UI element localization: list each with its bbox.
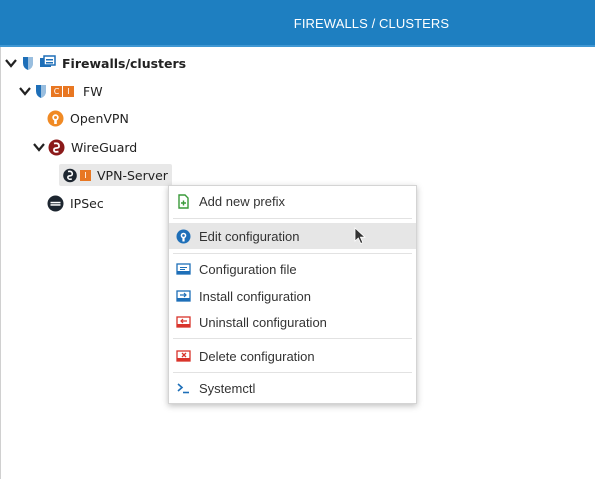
mouse-cursor-icon bbox=[354, 227, 367, 245]
tree-label-wireguard: WireGuard bbox=[71, 139, 138, 155]
menu-item-edit-configuration[interactable]: Edit configuration bbox=[169, 223, 416, 249]
menu-separator bbox=[173, 372, 412, 373]
menu-item-install-configuration[interactable]: Install configuration bbox=[169, 283, 416, 309]
menu-separator bbox=[173, 338, 412, 339]
firewall-shield-icon bbox=[36, 85, 46, 98]
chevron-down-icon[interactable] bbox=[5, 56, 17, 70]
terminal-icon bbox=[174, 380, 192, 396]
wireguard-icon bbox=[63, 168, 77, 182]
tree-label-fw: FW bbox=[83, 83, 103, 99]
menu-separator bbox=[173, 218, 412, 219]
menu-item-delete-configuration[interactable]: Delete configuration bbox=[169, 343, 416, 369]
badge-i: I bbox=[80, 169, 91, 181]
cluster-icon bbox=[40, 55, 56, 67]
delete-config-icon bbox=[174, 348, 192, 364]
tree-node-ipsec[interactable]: IPSec bbox=[47, 192, 104, 214]
tree-label-vpn-server: VPN-Server bbox=[97, 167, 168, 183]
menu-separator bbox=[173, 253, 412, 254]
badge-c: C bbox=[51, 85, 62, 97]
chevron-down-icon[interactable] bbox=[19, 84, 31, 98]
menu-item-configuration-file[interactable]: Configuration file bbox=[169, 256, 416, 282]
tree-node-wireguard[interactable]: WireGuard bbox=[33, 136, 137, 158]
tree-label-root: Firewalls/clusters bbox=[62, 55, 187, 71]
menu-item-label: Add new prefix bbox=[199, 193, 285, 209]
menu-item-label: Edit configuration bbox=[199, 228, 300, 244]
openvpn-icon bbox=[47, 110, 64, 126]
config-file-icon bbox=[174, 261, 192, 277]
menu-item-label: Delete configuration bbox=[199, 348, 315, 364]
tree-node-fw[interactable]: C I FW bbox=[19, 80, 103, 102]
menu-item-add-new-prefix[interactable]: Add new prefix bbox=[169, 188, 416, 214]
context-menu: Add new prefix Edit configuration Config… bbox=[168, 185, 417, 404]
tree-label-ipsec: IPSec bbox=[70, 195, 104, 211]
panel-left-border bbox=[0, 47, 1, 479]
selected-node-highlight[interactable]: I VPN-Server bbox=[59, 164, 172, 186]
menu-item-uninstall-configuration[interactable]: Uninstall configuration bbox=[169, 309, 416, 335]
panel-title: FIREWALLS / CLUSTERS bbox=[293, 16, 450, 31]
ipsec-icon bbox=[47, 195, 64, 211]
install-config-icon bbox=[174, 288, 192, 304]
tree-label-openvpn: OpenVPN bbox=[70, 110, 129, 126]
uninstall-config-icon bbox=[174, 314, 192, 330]
badge-i: I bbox=[63, 85, 74, 97]
panel-header: FIREWALLS / CLUSTERS bbox=[0, 0, 595, 47]
menu-item-label: Configuration file bbox=[199, 261, 297, 277]
menu-item-label: Install configuration bbox=[199, 288, 312, 304]
menu-item-label: Uninstall configuration bbox=[199, 314, 327, 330]
tree-node-root[interactable]: Firewalls/clusters bbox=[5, 52, 186, 74]
menu-item-systemctl[interactable]: Systemctl bbox=[169, 375, 416, 401]
edit-config-icon bbox=[174, 228, 192, 244]
tree-node-vpn-server[interactable]: I VPN-Server bbox=[59, 164, 172, 186]
tree-node-openvpn[interactable]: OpenVPN bbox=[47, 107, 129, 129]
menu-item-label: Systemctl bbox=[199, 380, 256, 396]
add-prefix-icon bbox=[174, 193, 192, 209]
firewall-shield-icon bbox=[23, 57, 33, 70]
wireguard-icon bbox=[48, 139, 65, 155]
chevron-down-icon[interactable] bbox=[33, 140, 45, 154]
